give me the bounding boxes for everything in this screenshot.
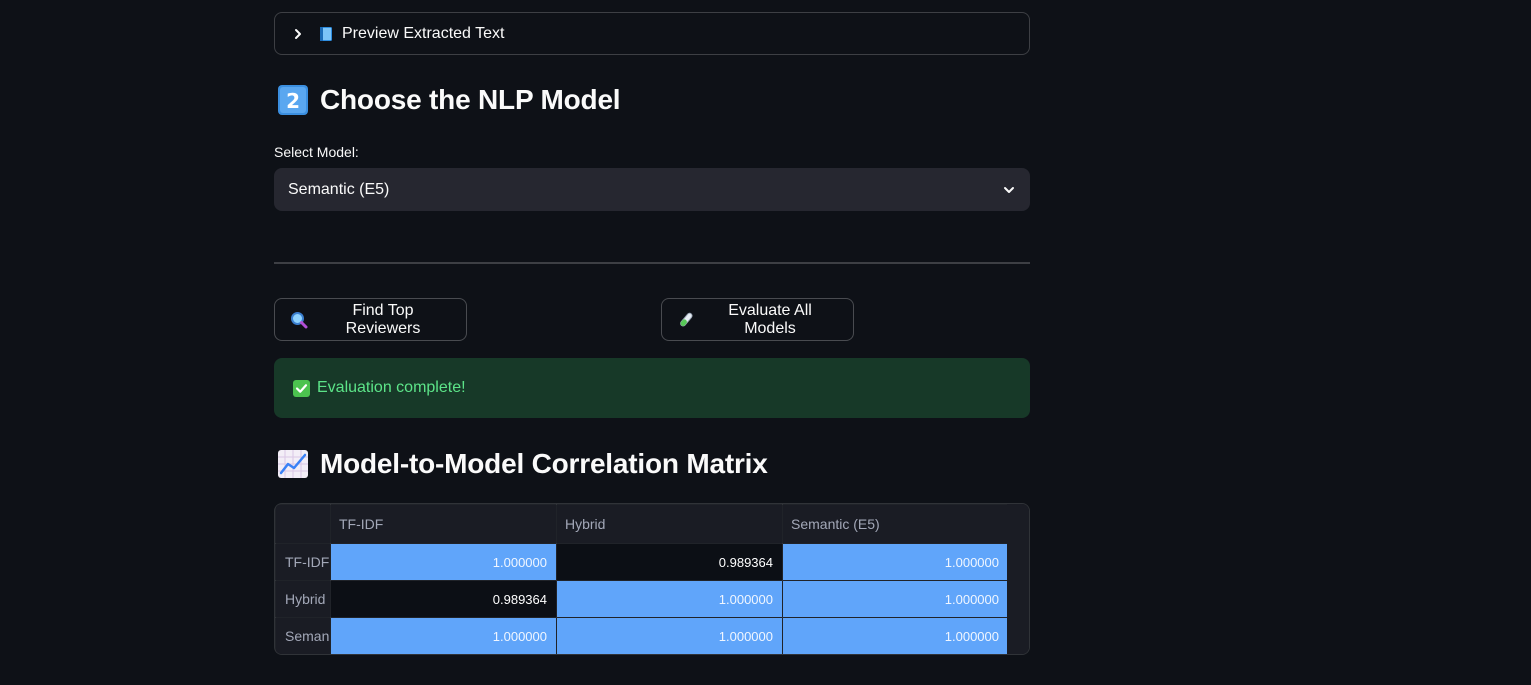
find-top-reviewers-button[interactable]: Find Top Reviewers xyxy=(274,298,467,341)
chart-increasing-icon xyxy=(277,448,309,480)
table-cell[interactable]: 1.000000 xyxy=(330,543,557,581)
row-header: TF-IDF xyxy=(275,543,331,581)
evaluate-all-models-button[interactable]: Evaluate All Models xyxy=(661,298,854,341)
expander-label: Preview Extracted Text xyxy=(342,24,505,42)
evaluate-button-label: Evaluate All Models xyxy=(728,301,812,337)
row-header: Hybrid xyxy=(275,580,331,618)
main-column: Preview Extracted Text 2 Choose the NLP … xyxy=(274,0,1030,685)
model-select[interactable]: Semantic (E5) xyxy=(274,168,1030,211)
model-select-label: Select Model: xyxy=(274,144,359,160)
success-alert: Evaluation complete! xyxy=(274,358,1030,418)
check-mark-icon xyxy=(293,379,310,397)
table-header-row: TF-IDF Hybrid Semantic (E5) xyxy=(275,504,1009,544)
row-header: Seman xyxy=(275,617,331,654)
section-heading-model: 2 Choose the NLP Model xyxy=(277,84,621,116)
magnifier-icon xyxy=(290,311,308,329)
find-button-label: Find Top Reviewers xyxy=(345,301,421,337)
section-title: Choose the NLP Model xyxy=(320,84,621,115)
table-cell[interactable]: 1.000000 xyxy=(556,580,783,618)
table-cell[interactable]: 1.000000 xyxy=(556,617,783,654)
alert-message: Evaluation complete! xyxy=(317,379,466,396)
test-tube-icon xyxy=(677,311,695,329)
column-header[interactable]: TF-IDF xyxy=(330,504,557,544)
preview-text-expander[interactable]: Preview Extracted Text xyxy=(274,12,1030,55)
table-row: TF-IDF 1.000000 0.989364 1.000000 xyxy=(275,543,1009,581)
correlation-matrix-table[interactable]: TF-IDF Hybrid Semantic (E5) TF-IDF 1.000… xyxy=(274,503,1030,655)
section-heading-matrix: Model-to-Model Correlation Matrix xyxy=(277,448,768,480)
table-row: Hybrid 0.989364 1.000000 1.000000 xyxy=(275,580,1009,618)
section-title: Model-to-Model Correlation Matrix xyxy=(320,448,768,479)
table-row: Seman 1.000000 1.000000 1.000000 xyxy=(275,617,1009,654)
table-corner-cell xyxy=(275,504,331,544)
table-cell[interactable]: 0.989364 xyxy=(330,580,557,618)
table-cell[interactable]: 1.000000 xyxy=(782,617,1009,654)
model-select-value: Semantic (E5) xyxy=(288,180,390,198)
column-header[interactable]: Hybrid xyxy=(556,504,783,544)
keycap-two-icon: 2 xyxy=(277,84,309,116)
book-icon xyxy=(318,26,334,42)
svg-text:2: 2 xyxy=(286,89,300,113)
chevron-right-icon xyxy=(292,28,304,40)
table-scroll-area xyxy=(1007,504,1029,654)
table-cell[interactable]: 0.989364 xyxy=(556,543,783,581)
table-cell[interactable]: 1.000000 xyxy=(330,617,557,654)
divider xyxy=(274,262,1030,264)
column-header[interactable]: Semantic (E5) xyxy=(782,504,1009,544)
chevron-down-icon xyxy=(1002,183,1016,197)
table-cell[interactable]: 1.000000 xyxy=(782,543,1009,581)
table-cell[interactable]: 1.000000 xyxy=(782,580,1009,618)
